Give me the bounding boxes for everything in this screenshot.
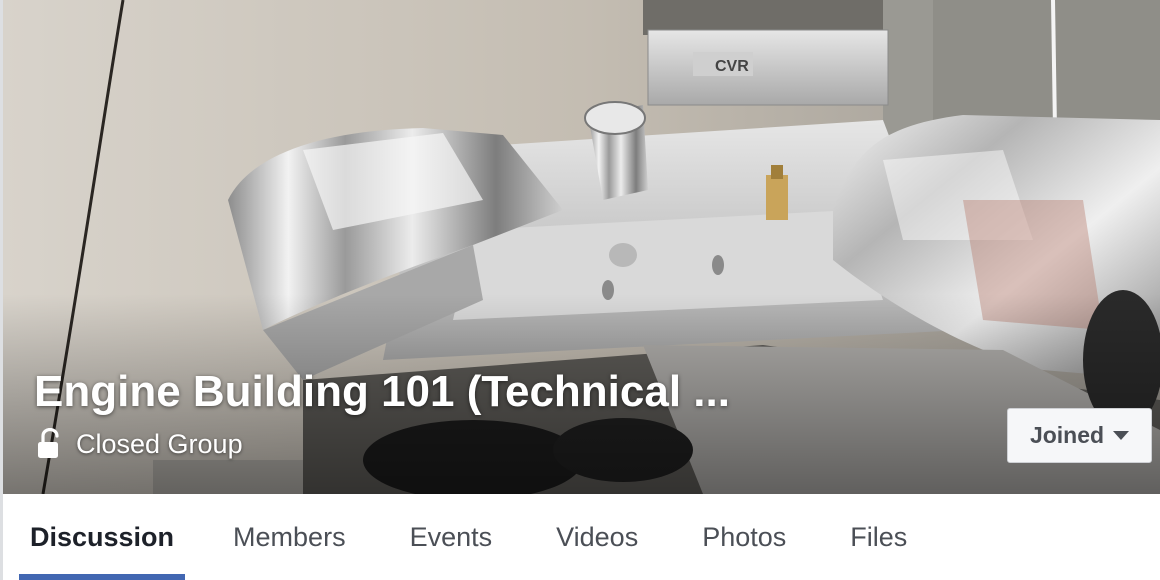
tab-members[interactable]: Members xyxy=(233,494,346,580)
group-privacy: Closed Group xyxy=(36,426,243,462)
svg-text:CVR: CVR xyxy=(715,58,749,75)
group-tabs: Discussion Members Events Videos Photos … xyxy=(3,494,1160,580)
tab-discussion[interactable]: Discussion xyxy=(18,494,186,580)
joined-button[interactable]: Joined xyxy=(1007,408,1152,463)
caret-down-icon xyxy=(1113,431,1130,440)
tab-videos[interactable]: Videos xyxy=(556,494,638,580)
tab-events[interactable]: Events xyxy=(410,494,493,580)
group-header: CVR Engine Building 101 (Technical ... C… xyxy=(0,0,1160,580)
group-name[interactable]: Engine Building 101 (Technical ... xyxy=(34,364,794,420)
tab-files[interactable]: Files xyxy=(850,494,907,580)
privacy-label: Closed Group xyxy=(76,429,243,459)
joined-label: Joined xyxy=(1029,422,1105,448)
tab-photos[interactable]: Photos xyxy=(702,494,786,580)
unlocked-padlock-icon xyxy=(36,427,64,460)
